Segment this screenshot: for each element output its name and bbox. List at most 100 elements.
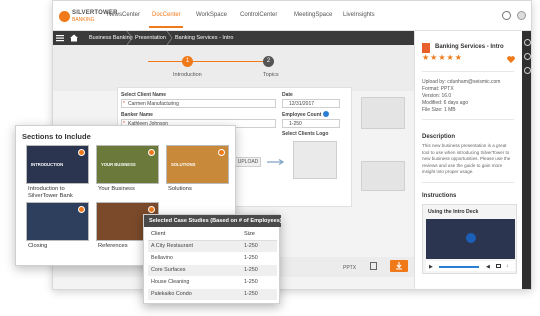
column-header-client[interactable]: Client xyxy=(148,229,241,241)
client-name-select[interactable]: * Carmen Manufacturing xyxy=(121,99,276,108)
info-panel-icon[interactable] xyxy=(524,39,531,46)
export-button[interactable] xyxy=(390,260,408,272)
size-cell: 1-250 xyxy=(241,240,277,253)
client-cell: Bellavino xyxy=(148,252,241,265)
nav-item-liveinsights[interactable]: LiveInsights xyxy=(343,12,375,18)
table-row[interactable]: Palekaiko Condo 1-250 xyxy=(148,288,277,301)
refresh-icon[interactable] xyxy=(502,11,511,20)
section-label: Your Business xyxy=(98,186,135,192)
details-panel: Banking Services - Intro ★★★★★ Upload by… xyxy=(414,31,522,289)
active-nav-indicator xyxy=(149,26,183,28)
table-row[interactable]: Core Surfaces 1-250 xyxy=(148,264,277,277)
client-name-value: Carmen Manufacturing xyxy=(128,101,179,107)
step-1-indicator[interactable]: 1 xyxy=(182,56,193,67)
table-row[interactable]: House Cleaning 1-250 xyxy=(148,276,277,289)
selected-check-icon[interactable] xyxy=(78,149,85,156)
right-icon-rail xyxy=(522,31,531,289)
step-connector xyxy=(148,61,268,62)
play-icon[interactable] xyxy=(466,233,476,243)
thumbnail-title: INTRODUCTION xyxy=(31,162,64,167)
fullscreen-icon[interactable] xyxy=(496,264,501,268)
size-cell: 1-250 xyxy=(241,264,277,277)
table-row[interactable]: Bellavino 1-250 xyxy=(148,252,277,265)
download-icon xyxy=(396,262,402,270)
step-2-label: Topics xyxy=(263,72,279,78)
slide-thumbnail[interactable] xyxy=(361,97,405,129)
brand-logo[interactable]: SILVERTOWER BANKING xyxy=(59,9,117,25)
nav-item-controlcenter[interactable]: ControlCenter xyxy=(240,12,277,18)
breadcrumb-item[interactable]: Presentation xyxy=(135,35,166,41)
employee-count-value: 1-250 xyxy=(289,121,302,127)
section-thumbnail-solutions[interactable]: SOLUTIONS xyxy=(166,145,229,184)
description-text: This new business presentation is a grea… xyxy=(422,143,511,174)
client-logo-label: Select Clients Logo xyxy=(282,131,329,137)
video-player[interactable] xyxy=(426,219,515,259)
document-title: Banking Services - Intro xyxy=(435,44,504,50)
heart-icon[interactable] xyxy=(507,56,515,63)
table-header-row: Client Size xyxy=(148,229,277,241)
file-format: Format: PPTX xyxy=(422,86,454,92)
section-thumbnail-your-business[interactable]: YOUR BUSINESS xyxy=(96,145,159,184)
employee-count-label: Employee Count xyxy=(282,112,322,118)
client-cell: House Cleaning xyxy=(148,276,241,289)
download-video-icon[interactable]: ↓ xyxy=(506,263,509,269)
selected-check-icon[interactable] xyxy=(78,206,85,213)
date-label: Date xyxy=(282,92,293,98)
employee-count-field[interactable]: 1-250 xyxy=(282,119,340,128)
logo-preview xyxy=(293,141,337,179)
video-card: Using the Intro Deck ▶ ◀ ↓ xyxy=(422,204,517,274)
settings-icon[interactable] xyxy=(524,67,531,74)
selected-check-icon[interactable] xyxy=(218,149,225,156)
video-progress-bar[interactable] xyxy=(439,266,479,268)
modified-date: Modified: 6 days ago xyxy=(422,100,469,106)
info-icon[interactable] xyxy=(323,111,329,117)
case-studies-panel: Selected Case Studies (Based on # of Emp… xyxy=(143,214,282,304)
section-label: Introduction to SilverTower Bank xyxy=(28,186,73,199)
date-field[interactable]: 12/31/2017 xyxy=(282,99,340,108)
column-header-size[interactable]: Size xyxy=(241,229,277,241)
step-1-label: Introduction xyxy=(173,72,202,78)
uploaded-by: Upload by: cdunham@seismic.com xyxy=(422,79,501,85)
user-avatar[interactable] xyxy=(517,11,526,20)
breadcrumb: Business Banking Presentation Banking Se… xyxy=(53,31,416,45)
save-icon[interactable] xyxy=(370,262,377,270)
section-label: Closing xyxy=(28,243,48,249)
nav-item-meetingspace[interactable]: MeetingSpace xyxy=(294,12,332,18)
slide-thumbnail[interactable] xyxy=(361,161,405,191)
divider xyxy=(422,119,514,120)
file-icon xyxy=(422,43,430,53)
section-thumbnail-introduction[interactable]: INTRODUCTION xyxy=(26,145,89,184)
home-icon[interactable] xyxy=(70,34,78,42)
logo-mark-icon xyxy=(59,11,70,22)
banker-name-label: Banker Name xyxy=(121,112,153,118)
instructions-heading: Instructions xyxy=(422,193,457,199)
upload-button[interactable]: UPLOAD xyxy=(235,157,261,167)
thumbnail-title: YOUR BUSINESS xyxy=(101,162,136,167)
section-label: Solutions xyxy=(168,186,192,192)
breadcrumb-current: Banking Services - Intro xyxy=(175,35,234,41)
play-button-icon[interactable]: ▶ xyxy=(429,264,433,270)
divider xyxy=(422,182,514,183)
table-row[interactable]: A City Restaurant 1-250 xyxy=(148,240,277,253)
like-icon[interactable] xyxy=(524,53,531,60)
size-cell: 1-250 xyxy=(241,276,277,289)
nav-item-newscenter[interactable]: NewsCenter xyxy=(107,12,140,18)
logo-subtext: BANKING xyxy=(72,17,95,23)
format-selector[interactable]: PPTX xyxy=(343,265,356,271)
volume-icon[interactable]: ◀ xyxy=(486,264,490,270)
selected-check-icon[interactable] xyxy=(148,206,155,213)
nav-item-workspace[interactable]: WorkSpace xyxy=(196,12,227,18)
client-cell: Palekaiko Condo xyxy=(148,288,241,301)
description-heading: Description xyxy=(422,134,456,140)
section-thumbnail-closing[interactable] xyxy=(26,202,89,241)
step-2-indicator[interactable]: 2 xyxy=(263,56,274,67)
thumbnail-title: SOLUTIONS xyxy=(171,162,196,167)
sections-heading: Sections to Include xyxy=(22,132,91,141)
nav-item-doccenter[interactable]: DocCenter xyxy=(152,12,181,18)
rating-stars[interactable]: ★★★★★ xyxy=(422,53,463,62)
case-studies-table: Client Size A City Restaurant 1-250 Bell… xyxy=(148,229,277,301)
menu-icon[interactable] xyxy=(56,34,64,42)
divider xyxy=(422,71,514,72)
selected-check-icon[interactable] xyxy=(148,149,155,156)
client-cell: A City Restaurant xyxy=(148,240,241,253)
